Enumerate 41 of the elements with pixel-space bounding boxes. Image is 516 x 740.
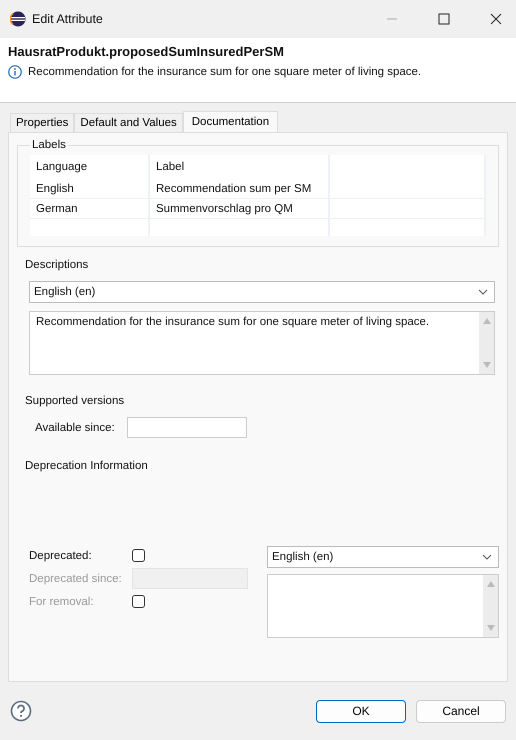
table-cell: Summenvorschlag pro QM (150, 199, 330, 218)
tab[interactable]: Documentation (182, 111, 278, 132)
help-icon[interactable] (10, 700, 32, 722)
field-label: Deprecated: (29, 550, 93, 562)
table-cell: German (30, 199, 150, 218)
section-title: Descriptions (25, 259, 90, 271)
scroll-down-icon[interactable] (486, 625, 494, 631)
deprecation-text-field[interactable] (267, 574, 499, 638)
table-cell: Recommendation sum per SM (150, 179, 330, 198)
field-label: Deprecated since: (29, 572, 123, 584)
language-dropdown[interactable]: English (en) (29, 281, 495, 303)
description-field[interactable]: Recommendation for the insurance sum for one square meter of living space. (29, 311, 495, 375)
section-title: Deprecation Information (25, 460, 149, 472)
dialog-heading: HausratProdukt.proposedSumInsuredPerSM (8, 44, 285, 59)
available-since-field[interactable] (126, 417, 247, 438)
maximize-icon[interactable] (438, 13, 450, 25)
scrollbar[interactable] (483, 575, 498, 637)
scroll-up-icon[interactable] (486, 581, 494, 587)
info-message: Recommendation for the insurance sum for one square meter of living space. (28, 66, 422, 78)
section-title: Supported versions (25, 395, 126, 407)
scroll-up-icon[interactable] (482, 318, 490, 324)
dialog-button[interactable]: Cancel (416, 700, 506, 722)
tab[interactable]: Default and Values (74, 113, 183, 132)
tab[interactable]: Properties (10, 113, 74, 132)
scrollbar[interactable] (479, 312, 494, 374)
window-title: Edit Attribute (32, 12, 103, 26)
language-dropdown[interactable]: English (en) (267, 546, 499, 568)
chevron-down-icon (482, 554, 492, 560)
app-logo-icon (10, 11, 26, 27)
column-header: Language (30, 155, 150, 179)
table-cell: English (30, 179, 150, 198)
scroll-down-icon[interactable] (482, 362, 490, 368)
info-icon (8, 65, 22, 79)
field-label: For removal: (29, 596, 95, 608)
dialog-button[interactable]: OK (316, 700, 406, 722)
field-label: Available since: (35, 422, 115, 434)
column-header: Label (150, 155, 330, 179)
chevron-down-icon (478, 289, 488, 295)
deprecated-checkbox[interactable] (132, 549, 145, 562)
close-icon[interactable] (490, 13, 502, 25)
group-title: Labels (31, 139, 67, 151)
